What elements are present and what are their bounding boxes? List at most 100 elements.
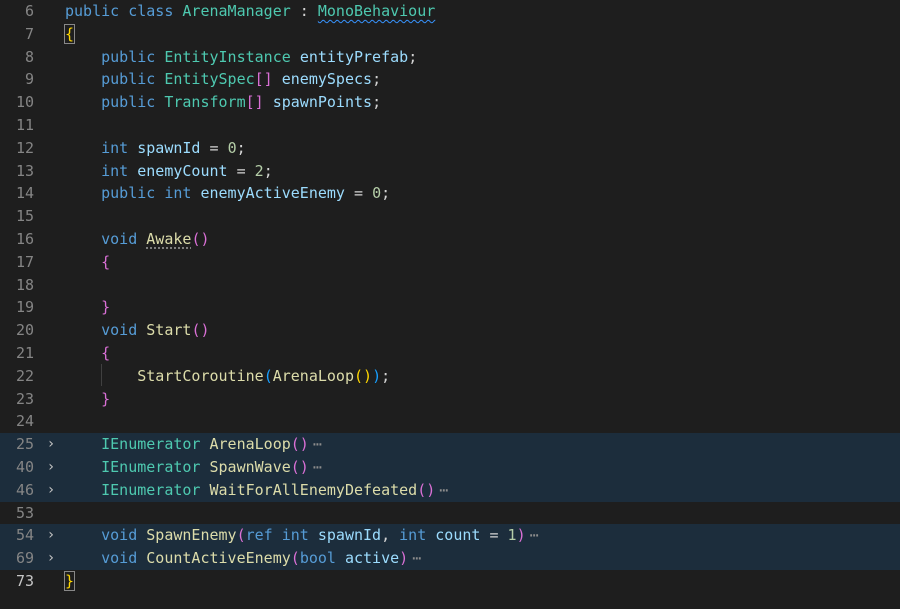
code-line[interactable]: 19 } [0, 296, 900, 319]
code-text[interactable]: IEnumerator ArenaLoop() ⋯ [65, 433, 322, 456]
code-token: : [290, 2, 318, 20]
line-number: 14 [15, 184, 34, 203]
fold-expand-chevron-icon[interactable]: › [44, 479, 58, 502]
code-text[interactable]: { [65, 251, 110, 274]
code-token: ; [372, 70, 382, 89]
code-token: int [281, 526, 309, 545]
line-number: 53 [15, 503, 34, 522]
code-text[interactable]: { [65, 342, 110, 365]
code-line[interactable]: 16 void Awake() [0, 228, 900, 251]
code-text[interactable]: void CountActiveEnemy(bool active) ⋯ [65, 547, 421, 570]
code-text[interactable]: public EntityInstance entityPrefab; [65, 46, 417, 69]
code-line[interactable]: 73} [0, 570, 900, 593]
line-number: 73 [15, 572, 34, 590]
code-line[interactable]: 12 int spawnId = 0; [0, 137, 900, 160]
code-line[interactable]: 20 void Start() [0, 319, 900, 342]
code-token: ( [263, 366, 273, 385]
line-number: 54 [15, 526, 34, 545]
code-token: () [191, 230, 210, 248]
code-token: () [290, 435, 309, 454]
line-number: 46 [15, 480, 34, 499]
code-text[interactable]: int spawnId = 0; [65, 137, 246, 160]
code-text[interactable]: public Transform[] spawnPoints; [65, 91, 381, 114]
code-line[interactable]: 21 { [0, 342, 900, 365]
code-text[interactable]: IEnumerator SpawnWave() ⋯ [65, 456, 322, 479]
code-text[interactable]: { [63, 23, 76, 46]
code-token: { [63, 23, 76, 44]
code-line[interactable]: 8 public EntityInstance entityPrefab; [0, 46, 900, 69]
code-token: } [63, 571, 76, 591]
code-token: count [435, 526, 481, 545]
folded-ellipsis-icon[interactable]: ⋯ [530, 526, 539, 544]
code-line[interactable]: 15 [0, 205, 900, 228]
code-token: spawnId [317, 526, 382, 545]
code-text[interactable]: void Awake() [65, 228, 210, 251]
code-line[interactable]: 6 public class ArenaManager : MonoBehavio… [0, 0, 900, 23]
folded-code-line[interactable]: 40 › IEnumerator SpawnWave() ⋯ [0, 456, 900, 479]
code-token: int [399, 526, 427, 545]
code-token: int [101, 138, 129, 157]
code-line[interactable]: 9 public EntitySpec[] enemySpecs; [0, 68, 900, 91]
code-line[interactable]: 17 { [0, 251, 900, 274]
folded-ellipsis-icon[interactable]: ⋯ [313, 458, 322, 476]
code-text[interactable]: void Start() [65, 319, 209, 342]
folded-code-line[interactable]: 46 › IEnumerator WaitForAllEnemyDefeated(… [0, 478, 900, 502]
fold-expand-chevron-icon[interactable]: › [44, 547, 58, 570]
line-number: 11 [15, 116, 34, 134]
code-text[interactable]: void SpawnEnemy(ref int spawnId, int cou… [65, 524, 539, 547]
code-text[interactable]: } [65, 388, 110, 411]
code-token: EntitySpec [164, 70, 255, 89]
code-line[interactable]: 23 } [0, 388, 900, 411]
code-line[interactable]: 14 public int enemyActiveEnemy = 0; [0, 182, 900, 205]
folded-code-line[interactable]: 69 › void CountActiveEnemy(bool active) ⋯ [0, 547, 900, 570]
line-number: 7 [24, 24, 34, 43]
folded-ellipsis-icon[interactable]: ⋯ [439, 481, 448, 499]
code-token: } [101, 389, 111, 408]
folded-ellipsis-icon[interactable]: ⋯ [412, 549, 421, 567]
code-token: IEnumerator [101, 458, 201, 476]
code-text[interactable]: public EntitySpec[] enemySpecs; [65, 68, 381, 91]
code-token: 1 [507, 526, 517, 545]
code-line[interactable]: 53 [0, 502, 900, 525]
code-editor[interactable]: 6 public class ArenaManager : MonoBehavio… [0, 0, 900, 609]
line-number: 69 [15, 549, 34, 568]
code-line[interactable]: 24 [0, 410, 900, 433]
code-token: ; [408, 47, 418, 66]
fold-expand-chevron-icon[interactable]: › [44, 433, 58, 456]
code-line[interactable]: 18 [0, 274, 900, 297]
code-line[interactable]: 7{ [0, 23, 900, 46]
code-line[interactable]: 22 StartCoroutine(ArenaLoop()); [0, 365, 900, 388]
code-line[interactable]: 13 int enemyCount = 2; [0, 160, 900, 183]
code-text[interactable]: StartCoroutine(ArenaLoop()); [65, 365, 390, 388]
code-text[interactable]: } [63, 570, 76, 593]
code-token: ; [236, 138, 246, 157]
code-line[interactable]: 11 [0, 114, 900, 137]
code-text[interactable]: int enemyCount = 2; [65, 160, 273, 183]
code-token: SpawnWave [209, 458, 291, 476]
code-token: ; [381, 366, 391, 385]
code-text[interactable]: IEnumerator WaitForAllEnemyDefeated() ⋯ [65, 479, 448, 502]
fold-expand-chevron-icon[interactable]: › [44, 456, 58, 479]
folded-code-line[interactable]: 25 › IEnumerator ArenaLoop() ⋯ [0, 433, 900, 456]
code-token: enemyCount [137, 161, 228, 180]
code-text[interactable]: } [65, 296, 110, 319]
code-line[interactable]: 10 public Transform[] spawnPoints; [0, 91, 900, 114]
fold-expand-chevron-icon[interactable]: › [44, 524, 58, 547]
code-text[interactable]: public int enemyActiveEnemy = 0; [65, 182, 390, 205]
folded-code-line[interactable]: 54 › void SpawnEnemy(ref int spawnId, int… [0, 524, 900, 548]
folded-ellipsis-icon[interactable]: ⋯ [313, 435, 322, 453]
line-number: 20 [15, 321, 34, 340]
code-token: bool [299, 549, 336, 568]
code-token: void [101, 526, 138, 545]
code-text[interactable]: public class ArenaManager : MonoBehaviou… [65, 0, 435, 23]
